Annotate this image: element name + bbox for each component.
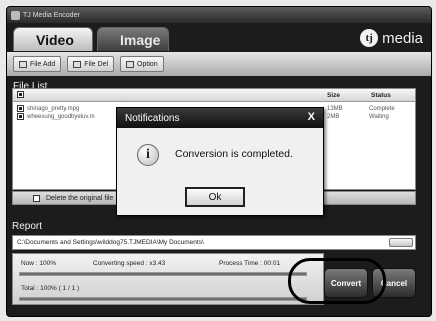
total-progress-fill xyxy=(20,298,306,300)
file-status: Complete xyxy=(369,106,395,112)
file-del-button[interactable]: File Del xyxy=(67,56,115,72)
file-add-icon xyxy=(19,60,27,68)
brand-logo: tj media xyxy=(360,29,423,47)
file-name: shinago_pretty.mpg xyxy=(27,106,80,112)
row-checkbox[interactable] xyxy=(17,105,24,112)
option-icon xyxy=(126,60,135,68)
now-progress-label: Now : 100% xyxy=(21,260,57,267)
output-path: C:\Documents and Settings\wilddog75.TJME… xyxy=(17,239,204,246)
ok-button[interactable]: Ok xyxy=(185,187,245,207)
dialog-title: Notifications xyxy=(125,112,180,124)
file-status: Waiting xyxy=(369,114,389,120)
delete-original-checkbox[interactable] xyxy=(33,194,40,202)
option-button[interactable]: Option xyxy=(120,56,164,72)
toolbar: File Add File Del Option xyxy=(7,52,431,76)
file-size: 13MB xyxy=(327,106,343,112)
converting-speed-label: Converting speed : x3.43 xyxy=(93,260,166,267)
dialog-title-bar: Notifications X xyxy=(117,108,323,128)
file-del-icon xyxy=(73,60,82,68)
info-icon: i xyxy=(137,144,159,166)
close-icon[interactable]: X xyxy=(308,111,315,123)
file-list-header: Size Status xyxy=(13,89,415,102)
now-progress-fill xyxy=(20,273,306,275)
tab-image[interactable]: Image xyxy=(97,27,169,51)
status-column-header: Status xyxy=(371,92,391,99)
row-checkbox[interactable] xyxy=(17,113,24,120)
report-heading: Report xyxy=(12,220,43,232)
size-column-header: Size xyxy=(327,92,341,99)
delete-original-label: Delete the original file xyxy=(46,194,114,202)
file-del-label: File Del xyxy=(84,60,109,68)
process-time-label: Process Time : 00:01 xyxy=(219,260,281,267)
file-add-button[interactable]: File Add xyxy=(13,56,62,72)
option-label: Option xyxy=(137,60,158,68)
now-progress-bar xyxy=(19,272,307,276)
title-bar: TJ Media Encoder xyxy=(7,7,431,23)
tab-video[interactable]: Video xyxy=(13,27,93,51)
total-progress-bar xyxy=(19,297,307,301)
notification-dialog: Notifications X i Conversion is complete… xyxy=(116,107,324,216)
window-title: TJ Media Encoder xyxy=(23,11,80,19)
output-path-field[interactable]: C:\Documents and Settings\wilddog75.TJME… xyxy=(12,235,416,250)
dialog-message: Conversion is completed. xyxy=(175,148,293,160)
app-icon xyxy=(11,10,20,20)
select-all-checkbox[interactable] xyxy=(17,91,24,98)
total-progress-label: Total : 100% ( 1 / 1 ) xyxy=(21,285,80,292)
tj-logo-icon: tj xyxy=(360,29,379,47)
progress-panel: Now : 100% Converting speed : x3.43 Proc… xyxy=(12,253,324,305)
file-size: 2MB xyxy=(327,114,340,120)
file-name: wheesung_goodbyeluv.m xyxy=(27,114,95,120)
file-add-label: File Add xyxy=(30,60,56,68)
tab-bar: Video Image xyxy=(13,27,169,51)
brand-name: media xyxy=(382,29,423,47)
highlight-circle xyxy=(288,258,386,304)
browse-folder-button[interactable] xyxy=(389,238,413,247)
